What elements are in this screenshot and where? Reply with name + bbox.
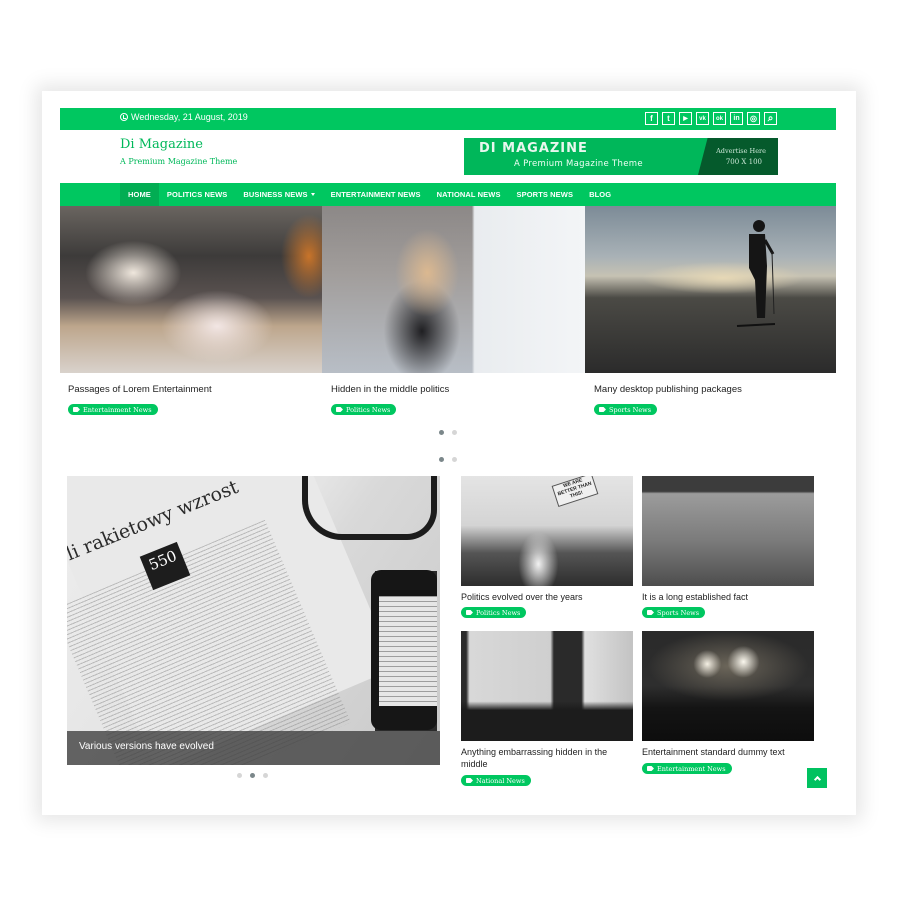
- slide-title[interactable]: Passages of Lorem Entertainment: [68, 384, 212, 395]
- protest-sign: WE ARE BETTER THAN THIS!: [551, 476, 599, 507]
- date-display: Wednesday, 21 August, 2019: [120, 112, 248, 122]
- site-tagline: A Premium Magazine Theme: [120, 157, 238, 166]
- tag-icon: [466, 610, 473, 615]
- category-tag[interactable]: Entertainment News: [642, 763, 732, 774]
- nav-label: NATIONAL NEWS: [436, 190, 501, 199]
- nav-sports-news[interactable]: SPORTS NEWS: [509, 183, 582, 206]
- category-tag[interactable]: Politics News: [461, 607, 527, 618]
- nav-label: ENTERTAINMENT NEWS: [330, 190, 421, 199]
- clock-icon: [120, 113, 128, 121]
- slide-caption[interactable]: Various versions have evolved: [79, 741, 214, 752]
- nav-label: HOME: [128, 190, 151, 199]
- phone-screen: [379, 596, 437, 706]
- vk-icon[interactable]: vk: [696, 112, 709, 125]
- linkedin-icon[interactable]: in: [730, 112, 743, 125]
- pagination-dot[interactable]: [439, 457, 444, 462]
- main-slider-pagination: [237, 773, 268, 778]
- nav-label: POLITICS NEWS: [166, 190, 228, 199]
- main-navigation: HOME POLITICS NEWS BUSINESS NEWS ENTERTA…: [60, 183, 836, 206]
- tag-icon: [466, 778, 473, 783]
- tag-icon: [73, 407, 80, 412]
- category-tag[interactable]: National News: [461, 775, 531, 786]
- ad-size-text: 700 X 100: [725, 158, 762, 166]
- pagination-dot[interactable]: [237, 773, 242, 778]
- search-icon[interactable]: ⌕: [764, 112, 777, 125]
- nav-business-news[interactable]: BUSINESS NEWS: [235, 183, 322, 206]
- slide-title[interactable]: Hidden in the middle politics: [331, 384, 449, 395]
- card-image-national[interactable]: [461, 631, 633, 741]
- nav-label: SPORTS NEWS: [516, 190, 574, 199]
- twitter-icon[interactable]: t: [662, 112, 675, 125]
- caret-down-icon: [310, 193, 315, 196]
- card-title[interactable]: Entertainment standard dummy text: [642, 746, 814, 758]
- tag-icon: [336, 407, 343, 412]
- slider-pagination-upper: [439, 430, 457, 435]
- pagination-dot[interactable]: [263, 773, 268, 778]
- slide-title[interactable]: Many desktop publishing packages: [594, 384, 742, 395]
- top-bar: Wednesday, 21 August, 2019 f t ▶ vk ok i…: [60, 108, 836, 130]
- category-label: Politics News: [476, 608, 521, 617]
- card-image-sports[interactable]: [642, 476, 814, 586]
- site-title[interactable]: Di Magazine: [120, 137, 203, 152]
- pagination-dot[interactable]: [452, 430, 457, 435]
- social-links: f t ▶ vk ok in ◎ ⌕: [645, 112, 777, 125]
- nav-label: BUSINESS NEWS: [243, 190, 308, 199]
- nav-home[interactable]: HOME: [120, 183, 159, 206]
- category-label: Politics News: [346, 405, 391, 414]
- tag-icon: [647, 766, 654, 771]
- instagram-icon[interactable]: ◎: [747, 112, 760, 125]
- nav-blog[interactable]: BLOG: [581, 183, 619, 206]
- phone-image: [371, 570, 437, 730]
- advertisement-banner[interactable]: DI MAGAZINE A Premium Magazine Theme Adv…: [464, 138, 778, 175]
- category-label: Sports News: [657, 608, 700, 617]
- category-tag[interactable]: Politics News: [331, 404, 397, 415]
- nav-national-news[interactable]: NATIONAL NEWS: [429, 183, 509, 206]
- ad-subtitle: A Premium Magazine Theme: [514, 159, 643, 169]
- caption-overlay: Various versions have evolved: [67, 731, 440, 765]
- nav-entertainment-news[interactable]: ENTERTAINMENT NEWS: [323, 183, 429, 206]
- skier-silhouette: [736, 220, 775, 327]
- tag-icon: [647, 610, 654, 615]
- card-image-politics[interactable]: WE ARE BETTER THAN THIS!: [461, 476, 633, 586]
- slider-pagination-lower: [439, 457, 457, 462]
- nav-label: BLOG: [589, 190, 612, 199]
- page-frame: Wednesday, 21 August, 2019 f t ▶ vk ok i…: [42, 91, 856, 815]
- card-title[interactable]: Anything embarrassing hidden in the midd…: [461, 746, 633, 770]
- category-tag[interactable]: Sports News: [642, 607, 706, 618]
- youtube-icon[interactable]: ▶: [679, 112, 692, 125]
- pagination-dot[interactable]: [439, 430, 444, 435]
- slide-image-politics[interactable]: [322, 206, 585, 373]
- category-label: Sports News: [609, 405, 652, 414]
- tag-icon: [599, 407, 606, 412]
- main-slide[interactable]: li rakietowy wzrost 550 Various versions…: [67, 476, 440, 765]
- slide-image-entertainment[interactable]: [60, 206, 322, 373]
- category-label: National News: [476, 776, 525, 785]
- pagination-dot[interactable]: [250, 773, 255, 778]
- category-tag[interactable]: Sports News: [594, 404, 658, 415]
- back-to-top-button[interactable]: [807, 768, 827, 788]
- card-image-entertainment[interactable]: [642, 631, 814, 741]
- card-title[interactable]: It is a long established fact: [642, 591, 814, 603]
- ad-advertise-text: Advertise Here: [716, 147, 766, 155]
- category-label: Entertainment News: [83, 405, 152, 414]
- odnoklassniki-icon[interactable]: ok: [713, 112, 726, 125]
- card-title[interactable]: Politics evolved over the years: [461, 591, 633, 603]
- ad-title: DI MAGAZINE: [479, 141, 588, 156]
- pagination-dot[interactable]: [452, 457, 457, 462]
- nav-politics-news[interactable]: POLITICS NEWS: [159, 183, 235, 206]
- chevron-up-icon: [813, 775, 821, 784]
- glasses-image: [302, 476, 437, 540]
- facebook-icon[interactable]: f: [645, 112, 658, 125]
- category-tag[interactable]: Entertainment News: [68, 404, 158, 415]
- ad-dark-panel: [698, 138, 778, 175]
- category-label: Entertainment News: [657, 764, 726, 773]
- date-text: Wednesday, 21 August, 2019: [131, 112, 248, 122]
- slide-image-sports[interactable]: [585, 206, 836, 373]
